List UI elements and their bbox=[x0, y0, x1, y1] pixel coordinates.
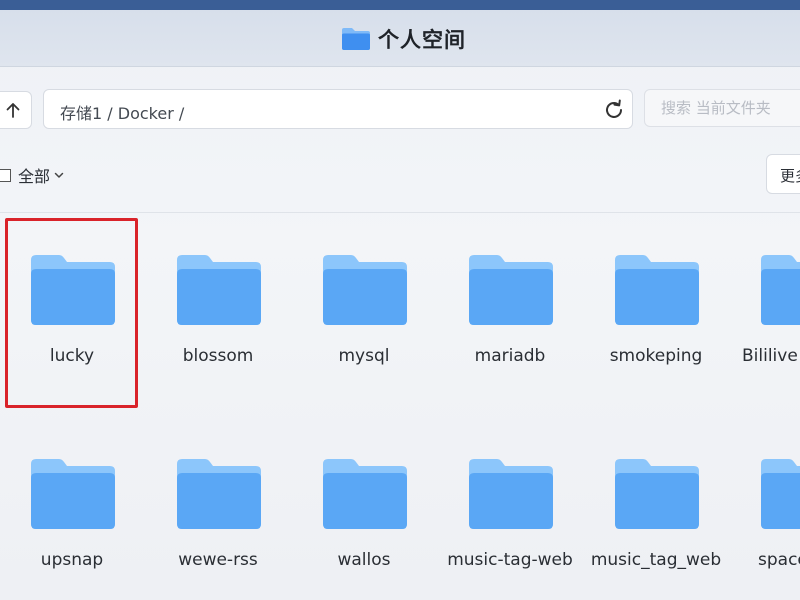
folder-tile[interactable]: music_tag_web bbox=[586, 432, 726, 600]
folder-icon bbox=[469, 255, 553, 325]
search-input[interactable] bbox=[644, 89, 800, 127]
folder-tile[interactable]: wewe-rss bbox=[148, 432, 288, 600]
folder-name: upsnap bbox=[40, 550, 104, 570]
folder-name: smokeping bbox=[609, 346, 703, 366]
current-path: 存储1 / Docker / bbox=[60, 104, 185, 123]
select-all-dropdown[interactable]: 全部 bbox=[0, 164, 65, 186]
folder-icon bbox=[761, 459, 800, 529]
select-all-label: 全部 bbox=[18, 167, 51, 186]
window-title: 个人空间 bbox=[378, 28, 466, 52]
folder-name: wallos bbox=[337, 550, 391, 570]
folder-tile[interactable]: upsnap bbox=[2, 432, 142, 600]
chevron-down-icon bbox=[54, 172, 64, 178]
arrow-up-icon bbox=[6, 103, 20, 118]
folder-tile[interactable]: smokeping bbox=[586, 218, 726, 393]
file-manager-window: 个人空间 存储1 / Docker / 全部 更多 lucky bbox=[0, 0, 800, 600]
folder-name: wewe-rss bbox=[178, 550, 258, 570]
folder-icon bbox=[177, 459, 261, 529]
title-bar: 个人空间 bbox=[0, 10, 800, 67]
folder-name: space bbox=[758, 550, 800, 570]
folder-icon bbox=[323, 255, 407, 325]
folder-icon bbox=[177, 255, 261, 325]
folder-tile[interactable]: Bililive bbox=[732, 218, 800, 393]
folder-tile[interactable]: mariadb bbox=[440, 218, 580, 393]
folder-tile[interactable]: space bbox=[732, 432, 800, 600]
folder-icon bbox=[761, 255, 800, 325]
folder-name: music-tag-web bbox=[447, 550, 573, 570]
folder-name: mysql bbox=[338, 346, 390, 366]
window-title-group: 个人空间 bbox=[340, 24, 466, 54]
folder-icon bbox=[323, 459, 407, 529]
folder-tile[interactable]: wallos bbox=[294, 432, 434, 600]
folder-name: music_tag_web bbox=[590, 550, 722, 570]
refresh-icon[interactable] bbox=[602, 98, 626, 122]
folder-icon bbox=[615, 459, 699, 529]
folder-name: mariadb bbox=[474, 346, 546, 366]
selection-highlight-box bbox=[5, 218, 138, 408]
folder-tile[interactable]: music-tag-web bbox=[440, 432, 580, 600]
folder-tile[interactable]: blossom bbox=[148, 218, 288, 393]
folder-icon bbox=[469, 459, 553, 529]
window-top-strip bbox=[0, 0, 800, 10]
path-breadcrumb-bar[interactable]: 存储1 / Docker / bbox=[43, 89, 633, 129]
folder-icon bbox=[342, 28, 370, 50]
toolbar-divider bbox=[0, 212, 800, 213]
folder-name: Bililive bbox=[742, 346, 798, 366]
folder-icon bbox=[615, 255, 699, 325]
go-up-button[interactable] bbox=[0, 91, 32, 129]
more-button[interactable]: 更多 bbox=[766, 154, 800, 194]
folder-name: blossom bbox=[182, 346, 254, 366]
select-all-checkbox[interactable] bbox=[0, 168, 11, 182]
folder-tile[interactable]: mysql bbox=[294, 218, 434, 393]
folder-icon bbox=[31, 459, 115, 529]
